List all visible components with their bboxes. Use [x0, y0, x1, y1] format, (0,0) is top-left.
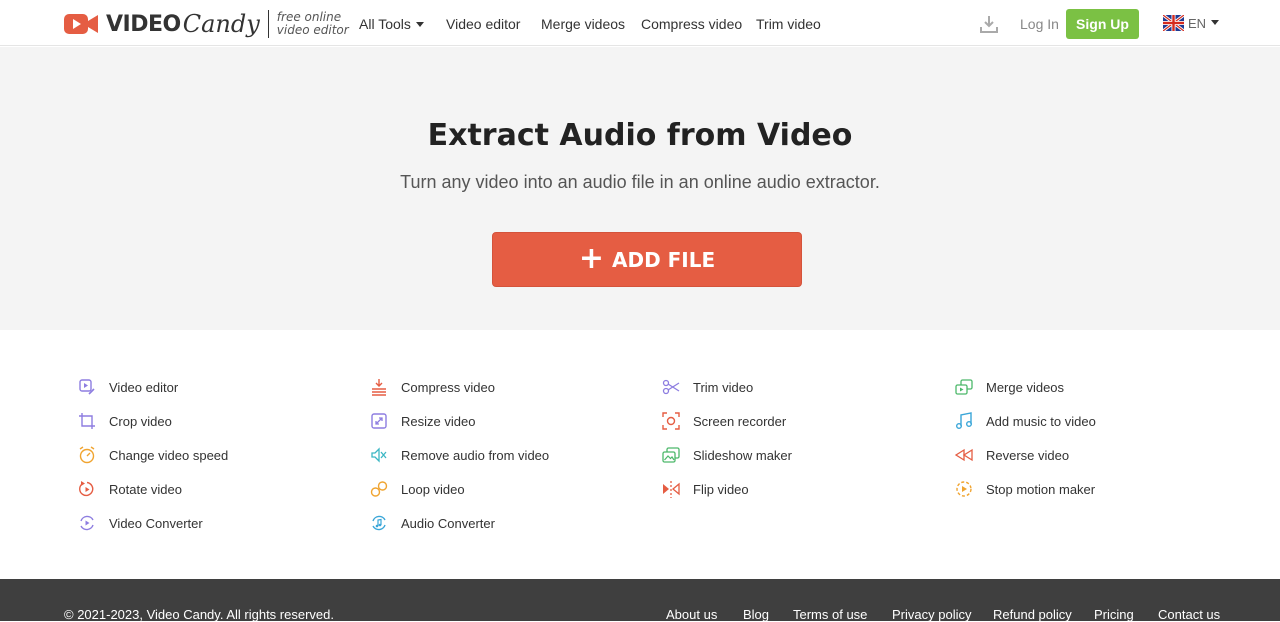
loop-icon	[370, 481, 388, 497]
tool-compress-video[interactable]: Compress video	[370, 377, 495, 397]
tool-video-converter[interactable]: Video Converter	[78, 513, 203, 533]
nav-video-editor[interactable]: Video editor	[446, 16, 520, 32]
logo-divider	[267, 10, 269, 38]
plus-icon: +	[578, 240, 604, 276]
audio-convert-icon	[372, 515, 386, 531]
footer-link-privacy[interactable]: Privacy policy	[892, 607, 971, 622]
tool-label: Screen recorder	[693, 413, 787, 429]
site-footer: © 2021-2023, Video Candy. All rights res…	[0, 579, 1280, 622]
rotate-icon	[79, 481, 94, 497]
download-icon[interactable]	[979, 14, 999, 34]
footer-link-about[interactable]: About us	[666, 607, 717, 622]
tool-label: Stop motion maker	[986, 481, 1096, 497]
language-code: EN	[1188, 15, 1207, 31]
tool-label: Slideshow maker	[693, 447, 792, 463]
tool-flip-video[interactable]: Flip video	[662, 479, 749, 499]
caret-down-icon	[415, 21, 424, 27]
page-title: Extract Audio from Video	[427, 118, 853, 153]
hero-section: Extract Audio from Video Turn any video …	[0, 47, 1280, 330]
footer-link-refund[interactable]: Refund policy	[993, 607, 1072, 622]
tool-label: Compress video	[401, 379, 495, 395]
tool-label: Resize video	[401, 413, 476, 429]
tool-label: Loop video	[401, 481, 465, 497]
footer-link-pricing[interactable]: Pricing	[1094, 607, 1134, 622]
language-selector[interactable]: EN	[1163, 15, 1220, 31]
logo-tagline-line2: video editor	[276, 23, 349, 37]
tool-merge-videos[interactable]: Merge videos	[955, 377, 1064, 397]
speed-clock-icon	[79, 446, 95, 464]
tool-rotate-video[interactable]: Rotate video	[78, 479, 182, 499]
convert-icon	[80, 515, 94, 531]
logo-text-video: VIDEO	[106, 11, 181, 37]
tool-loop-video[interactable]: Loop video	[370, 479, 465, 499]
footer-link-terms[interactable]: Terms of use	[793, 607, 867, 622]
screen-record-icon	[662, 412, 680, 430]
tool-screen-recorder[interactable]: Screen recorder	[662, 411, 786, 431]
stop-motion-icon	[956, 481, 972, 497]
tool-add-music[interactable]: Add music to video	[955, 411, 1096, 431]
tool-resize-video[interactable]: Resize video	[370, 411, 475, 431]
slideshow-icon	[662, 447, 680, 463]
tool-label: Flip video	[693, 481, 749, 497]
tool-stop-motion[interactable]: Stop motion maker	[955, 479, 1095, 499]
crop-icon	[79, 413, 95, 429]
uk-flag-icon	[1163, 15, 1184, 31]
tool-label: Merge videos	[986, 379, 1065, 395]
tool-remove-audio[interactable]: Remove audio from video	[370, 445, 549, 465]
copyright-text: © 2021-2023, Video Candy. All rights res…	[64, 607, 334, 622]
nav-trim-video[interactable]: Trim video	[756, 16, 821, 32]
nav-all-tools-label: All Tools	[359, 16, 411, 32]
video-camera-logo-icon	[64, 14, 98, 34]
tool-audio-converter[interactable]: Audio Converter	[370, 513, 495, 533]
footer-link-contact[interactable]: Contact us	[1158, 607, 1220, 622]
tool-label: Reverse video	[986, 447, 1070, 463]
footer-link-blog[interactable]: Blog	[743, 607, 769, 622]
site-header: VIDEO Candy free online video editor All…	[0, 0, 1280, 46]
logo[interactable]: VIDEO Candy free online video editor	[64, 9, 349, 39]
caret-down-icon	[1211, 19, 1220, 25]
tool-label: Video editor	[109, 379, 179, 395]
music-note-icon	[956, 412, 972, 429]
tool-slideshow-maker[interactable]: Slideshow maker	[662, 445, 792, 465]
signup-button[interactable]: Sign Up	[1066, 9, 1139, 39]
tool-label: Audio Converter	[401, 515, 495, 531]
flip-icon	[663, 481, 680, 498]
compress-icon	[372, 379, 386, 396]
login-link[interactable]: Log In	[1020, 16, 1059, 32]
tool-label: Change video speed	[109, 447, 229, 463]
tool-crop-video[interactable]: Crop video	[78, 411, 172, 431]
tool-label: Add music to video	[986, 413, 1096, 429]
tool-label: Crop video	[109, 413, 172, 429]
merge-icon	[955, 379, 973, 395]
scissors-icon	[662, 379, 680, 395]
tool-label: Video Converter	[109, 515, 203, 531]
tool-label: Rotate video	[109, 481, 182, 497]
video-edit-icon	[79, 379, 95, 395]
resize-icon	[371, 413, 387, 429]
add-file-button[interactable]: + ADD FILE	[492, 232, 802, 287]
tool-trim-video[interactable]: Trim video	[662, 377, 753, 397]
tool-reverse-video[interactable]: Reverse video	[955, 445, 1069, 465]
nav-merge-videos[interactable]: Merge videos	[541, 16, 625, 32]
add-file-label: ADD FILE	[611, 247, 716, 272]
logo-text-candy: Candy	[182, 10, 260, 38]
mute-icon	[371, 447, 387, 463]
rewind-icon	[955, 448, 973, 462]
tool-label: Trim video	[693, 379, 754, 395]
tool-label: Remove audio from video	[401, 447, 550, 463]
tool-change-video-speed[interactable]: Change video speed	[78, 445, 228, 465]
nav-all-tools[interactable]: All Tools	[359, 16, 424, 32]
nav-compress-video[interactable]: Compress video	[641, 16, 742, 32]
logo-tagline: free online video editor	[277, 11, 349, 37]
logo-tagline-line1: free online	[276, 10, 342, 24]
page-subtitle: Turn any video into an audio file in an …	[400, 172, 880, 192]
tool-video-editor[interactable]: Video editor	[78, 377, 178, 397]
